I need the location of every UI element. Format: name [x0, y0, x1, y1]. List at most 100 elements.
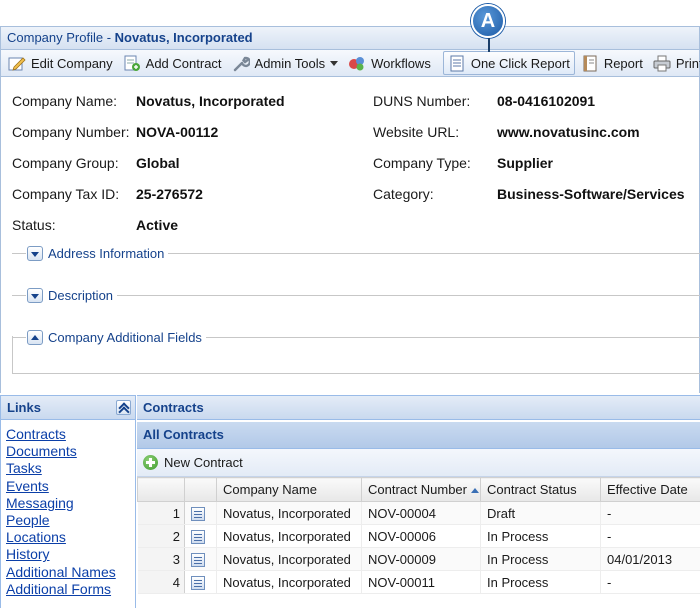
add-contract-label: Add Contract — [145, 55, 222, 71]
expand-icon[interactable] — [27, 245, 43, 261]
duns-number-value: 08-0416102091 — [497, 93, 596, 109]
contract-details-icon[interactable] — [191, 506, 205, 521]
link-locations[interactable]: Locations — [6, 529, 135, 546]
callout-badge: A — [471, 4, 505, 38]
row-number-header — [137, 477, 185, 502]
cell-contract-number: NOV-00006 — [361, 524, 481, 548]
report-label: Report — [603, 55, 643, 71]
one-click-report-label: One Click Report — [470, 55, 570, 71]
chevron-down-icon — [330, 60, 339, 66]
contracts-panel: Contracts All Contracts New Contract Com… — [137, 395, 700, 608]
one-click-report-button[interactable]: One Click Report — [442, 51, 575, 75]
new-contract-button[interactable]: New Contract — [143, 455, 243, 470]
admin-tools-button[interactable]: Admin Tools — [228, 51, 343, 75]
contracts-toolbar: New Contract — [137, 449, 700, 477]
links-list: Contracts Documents Tasks Events Messagi… — [1, 420, 135, 608]
toolbar: Edit Company Add Contract Admin Tools Wo… — [0, 49, 700, 77]
additional-fields-section-title: Company Additional Fields — [48, 329, 206, 345]
section-divider — [165, 253, 700, 254]
print-button[interactable]: Print — [649, 51, 700, 75]
status-label: Status: — [12, 217, 56, 233]
title-prefix: Company Profile - — [7, 30, 115, 45]
cell-effective-date: - — [600, 524, 700, 548]
add-contract-button[interactable]: Add Contract — [119, 51, 226, 75]
link-additional-names[interactable]: Additional Names — [6, 564, 135, 581]
cell-company-name: Novatus, Incorporated — [216, 524, 362, 548]
window-title: Company Profile - Novatus, Incorporated — [0, 26, 700, 49]
column-header-company-name[interactable]: Company Name — [216, 477, 362, 502]
title-company: Novatus, Incorporated — [114, 30, 253, 45]
link-tasks[interactable]: Tasks — [6, 460, 135, 477]
link-history[interactable]: History — [6, 546, 135, 563]
company-type-value: Supplier — [497, 155, 554, 171]
expand-icon[interactable] — [27, 287, 43, 303]
category-label: Category: — [373, 186, 434, 202]
address-section-title: Address Information — [48, 245, 169, 261]
cell-effective-date: - — [600, 501, 700, 525]
company-name-value: Novatus, Incorporated — [136, 93, 285, 109]
cell-contract-status: In Process — [480, 547, 601, 571]
cell-company-name: Novatus, Incorporated — [216, 501, 362, 525]
table-row[interactable]: 4 Novatus, Incorporated NOV-00011 In Pro… — [137, 570, 700, 594]
edit-company-label: Edit Company — [31, 55, 113, 71]
table-row[interactable]: 2 Novatus, Incorporated NOV-00006 In Pro… — [137, 524, 700, 548]
row-number: 1 — [137, 501, 185, 525]
row-number: 2 — [137, 524, 185, 548]
collapse-panel-icon[interactable] — [116, 400, 131, 415]
add-icon — [143, 455, 158, 470]
company-profile-panel: Company Name: Novatus, Incorporated Comp… — [0, 77, 700, 393]
report-icon — [581, 55, 599, 72]
link-additional-forms[interactable]: Additional Forms — [6, 581, 135, 598]
cell-contract-status: In Process — [480, 524, 601, 548]
company-number-label: Company Number: — [12, 124, 130, 140]
company-group-label: Company Group: — [12, 155, 119, 171]
cell-contract-status: In Process — [480, 570, 601, 594]
section-divider — [116, 295, 700, 296]
links-panel: Links Contracts Documents Tasks Events M… — [0, 395, 136, 608]
cell-contract-number: NOV-00011 — [361, 570, 481, 594]
company-tax-id-label: Company Tax ID: — [12, 186, 120, 202]
cell-company-name: Novatus, Incorporated — [216, 547, 362, 571]
edit-icon — [8, 55, 26, 72]
cell-effective-date: - — [600, 570, 700, 594]
wrench-icon — [232, 55, 251, 72]
column-header-contract-number[interactable]: Contract Number — [361, 477, 481, 502]
section-divider — [12, 295, 26, 296]
link-people[interactable]: People — [6, 512, 135, 529]
table-row[interactable]: 3 Novatus, Incorporated NOV-00009 In Pro… — [137, 547, 700, 571]
additional-fields-section-header[interactable]: Company Additional Fields — [27, 327, 206, 347]
contracts-table: Company Name Contract Number Contract St… — [137, 477, 700, 594]
report-button[interactable]: Report — [577, 51, 647, 75]
workflows-label: Workflows — [371, 55, 431, 71]
table-row[interactable]: 1 Novatus, Incorporated NOV-00004 Draft … — [137, 501, 700, 525]
contract-details-icon[interactable] — [191, 552, 205, 567]
all-contracts-header: All Contracts — [137, 422, 700, 449]
edit-company-button[interactable]: Edit Company — [4, 51, 117, 75]
description-section-header[interactable]: Description — [27, 285, 118, 305]
column-header-effective-date[interactable]: Effective Date — [600, 477, 700, 502]
cell-contract-number: NOV-00009 — [361, 547, 481, 571]
column-header-contract-status[interactable]: Contract Status — [480, 477, 601, 502]
contracts-header: Contracts — [137, 396, 700, 420]
collapse-icon[interactable] — [27, 329, 43, 345]
workflow-icon — [348, 55, 366, 72]
status-value: Active — [136, 217, 179, 233]
workflows-button[interactable]: Workflows — [344, 51, 435, 75]
company-name-label: Company Name: — [12, 93, 118, 109]
contract-details-icon[interactable] — [191, 529, 205, 544]
link-contracts[interactable]: Contracts — [6, 426, 135, 443]
callout-pointer — [488, 38, 490, 52]
print-label: Print — [675, 55, 700, 71]
link-messaging[interactable]: Messaging — [6, 495, 135, 512]
cell-contract-number: NOV-00004 — [361, 501, 481, 525]
icon-header — [184, 477, 217, 502]
description-section-title: Description — [48, 287, 118, 303]
address-section-header[interactable]: Address Information — [27, 243, 169, 263]
website-url-value: www.novatusinc.com — [497, 124, 640, 140]
contract-details-icon[interactable] — [191, 575, 205, 590]
link-events[interactable]: Events — [6, 478, 135, 495]
link-documents[interactable]: Documents — [6, 443, 135, 460]
admin-tools-label: Admin Tools — [254, 55, 326, 71]
printer-icon — [653, 55, 671, 72]
row-number: 4 — [137, 570, 185, 594]
